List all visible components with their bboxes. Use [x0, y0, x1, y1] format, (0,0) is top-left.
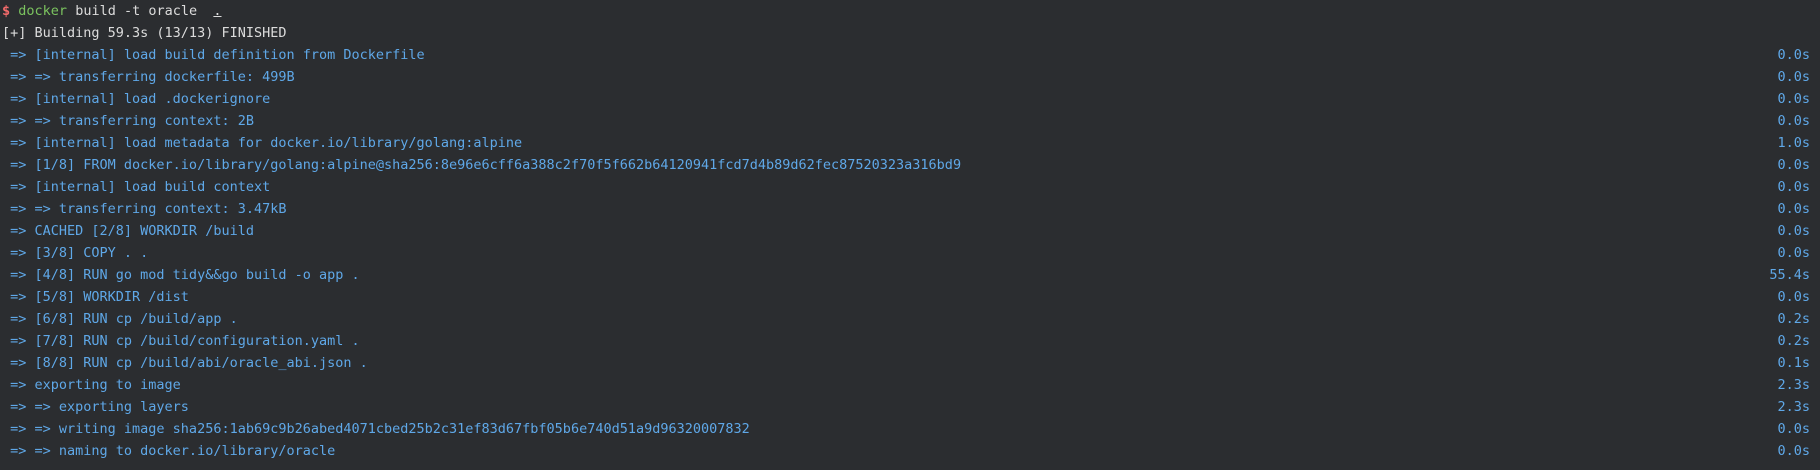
build-step-text: => CACHED [2/8] WORKDIR /build [2, 223, 254, 239]
build-step-duration: 1.0s [1777, 135, 1810, 151]
build-step-line: => => writing image sha256:1ab69c9b26abe… [0, 418, 1820, 440]
build-steps-list: => [internal] load build definition from… [0, 44, 1820, 462]
build-step-text: => [internal] load build definition from… [2, 47, 425, 63]
build-step-line: => CACHED [2/8] WORKDIR /build 0.0s [0, 220, 1820, 242]
build-step-text: => => transferring context: 2B [2, 113, 254, 129]
terminal-output[interactable]: $ docker build -t oracle . [+] Building … [0, 0, 1820, 470]
command-name: docker [18, 3, 68, 19]
build-step-line: => [4/8] RUN go mod tidy&&go build -o ap… [0, 264, 1820, 286]
build-step-line: => [8/8] RUN cp /build/abi/oracle_abi.js… [0, 352, 1820, 374]
build-status-header: [+] Building 59.3s (13/13) FINISHED [2, 25, 287, 41]
build-step-line: => [internal] load metadata for docker.i… [0, 132, 1820, 154]
build-step-text: => => writing image sha256:1ab69c9b26abe… [2, 421, 750, 437]
build-step-text: => [8/8] RUN cp /build/abi/oracle_abi.js… [2, 355, 368, 371]
prompt-symbol: $ [2, 3, 11, 19]
command-prompt-line: $ docker build -t oracle . [0, 0, 1820, 22]
build-step-duration: 0.0s [1777, 289, 1810, 305]
build-step-line: => [6/8] RUN cp /build/app . 0.2s [0, 308, 1820, 330]
build-step-text: => => exporting layers [2, 399, 189, 415]
build-step-duration: 0.0s [1777, 179, 1810, 195]
build-step-text: => [4/8] RUN go mod tidy&&go build -o ap… [2, 267, 360, 283]
build-step-line: => => naming to docker.io/library/oracle… [0, 440, 1820, 462]
build-step-duration: 2.3s [1777, 377, 1810, 393]
build-step-duration: 0.0s [1777, 69, 1810, 85]
build-step-text: => => transferring dockerfile: 499B [2, 69, 295, 85]
command-args: build -t oracle [67, 3, 214, 19]
build-step-text: => [5/8] WORKDIR /dist [2, 289, 189, 305]
build-step-text: => => naming to docker.io/library/oracle [2, 443, 336, 459]
build-context-path[interactable]: . [213, 3, 221, 19]
build-step-duration: 0.0s [1777, 443, 1810, 459]
build-step-text: => [6/8] RUN cp /build/app . [2, 311, 238, 327]
build-step-duration: 0.0s [1777, 201, 1810, 217]
build-step-text: => [3/8] COPY . . [2, 245, 149, 261]
build-step-text: => [internal] load metadata for docker.i… [2, 135, 523, 151]
build-step-duration: 0.0s [1777, 47, 1810, 63]
build-step-text: => [7/8] RUN cp /build/configuration.yam… [2, 333, 360, 349]
build-step-duration: 2.3s [1777, 399, 1810, 415]
build-step-text: => [internal] load .dockerignore [2, 91, 271, 107]
build-step-duration: 0.0s [1777, 223, 1810, 239]
build-step-duration: 0.2s [1777, 311, 1810, 327]
build-step-line: => [5/8] WORKDIR /dist 0.0s [0, 286, 1820, 308]
build-step-duration: 0.0s [1777, 245, 1810, 261]
build-step-duration: 0.0s [1777, 113, 1810, 129]
build-step-text: => => transferring context: 3.47kB [2, 201, 287, 217]
build-step-line: => [internal] load .dockerignore 0.0s [0, 88, 1820, 110]
build-step-line: => => transferring dockerfile: 499B 0.0s [0, 66, 1820, 88]
build-step-duration: 55.4s [1769, 267, 1810, 283]
build-step-line: => => transferring context: 2B 0.0s [0, 110, 1820, 132]
build-step-text: => [1/8] FROM docker.io/library/golang:a… [2, 157, 962, 173]
build-step-duration: 0.2s [1777, 333, 1810, 349]
build-step-line: => [internal] load build definition from… [0, 44, 1820, 66]
build-step-line: => [3/8] COPY . . 0.0s [0, 242, 1820, 264]
build-step-line: => => transferring context: 3.47kB 0.0s [0, 198, 1820, 220]
build-step-line: => [1/8] FROM docker.io/library/golang:a… [0, 154, 1820, 176]
build-step-duration: 0.0s [1777, 157, 1810, 173]
build-step-text: => [internal] load build context [2, 179, 271, 195]
build-step-duration: 0.1s [1777, 355, 1810, 371]
build-step-duration: 0.0s [1777, 91, 1810, 107]
build-step-text: => exporting to image [2, 377, 181, 393]
build-step-line: => [7/8] RUN cp /build/configuration.yam… [0, 330, 1820, 352]
build-step-line: => [internal] load build context 0.0s [0, 176, 1820, 198]
build-step-line: => => exporting layers 2.3s [0, 396, 1820, 418]
build-step-duration: 0.0s [1777, 421, 1810, 437]
build-step-line: => exporting to image 2.3s [0, 374, 1820, 396]
